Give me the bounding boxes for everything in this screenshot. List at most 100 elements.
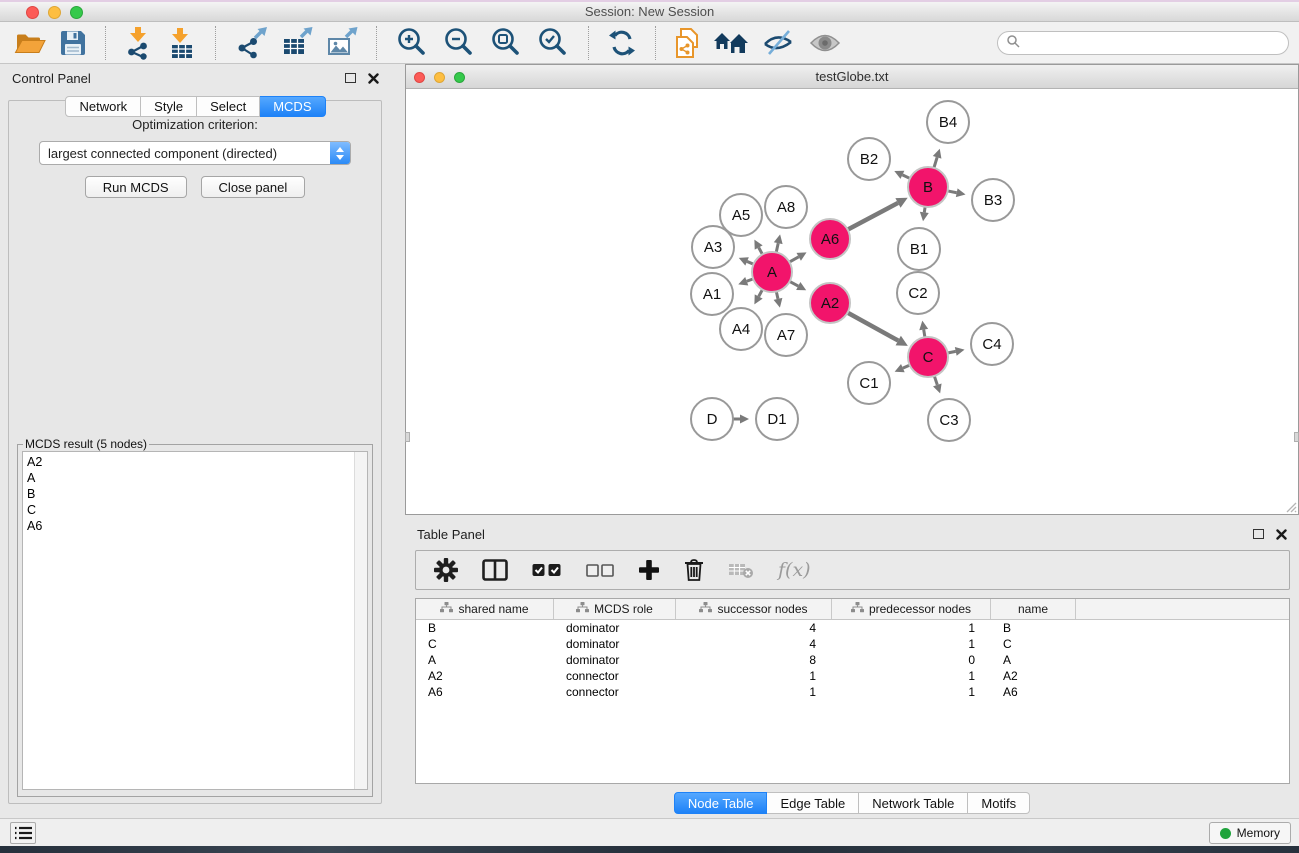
close-panel-button[interactable]: Close panel	[201, 176, 306, 198]
left-resize-handle[interactable]	[405, 432, 410, 442]
cell-predecessor-nodes[interactable]: 1	[832, 621, 991, 635]
maximize-network-icon[interactable]	[454, 72, 465, 83]
cell-name[interactable]: C	[991, 637, 1076, 651]
run-mcds-button[interactable]: Run MCDS	[85, 176, 187, 198]
graph-node-B4[interactable]: B4	[927, 101, 969, 143]
zoom-out-icon[interactable]	[442, 26, 476, 60]
function-builder-icon[interactable]: f(x)	[778, 559, 811, 581]
cell-shared-name[interactable]: A6	[416, 685, 554, 699]
select-all-icon[interactable]	[532, 563, 562, 577]
cell-predecessor-nodes[interactable]: 1	[832, 669, 991, 683]
add-column-icon[interactable]	[638, 559, 660, 581]
cell-predecessor-nodes[interactable]: 1	[832, 685, 991, 699]
tab-mcds[interactable]: MCDS	[260, 96, 325, 117]
cell-mcds-role[interactable]: dominator	[554, 621, 676, 635]
network-canvas[interactable]: AA1A2A3A4A5A6A7A8BB1B2B3B4CC1C2C3C4DD1	[406, 90, 1298, 514]
cell-predecessor-nodes[interactable]: 1	[832, 637, 991, 651]
column-header-name[interactable]: name	[991, 599, 1076, 619]
graph-node-A2[interactable]: A2	[810, 283, 850, 323]
optimization-criterion-dropdown[interactable]: largest connected component (directed)	[39, 141, 351, 165]
close-table-panel-icon[interactable]	[1276, 529, 1287, 540]
network-graph[interactable]: AA1A2A3A4A5A6A7A8BB1B2B3B4CC1C2C3C4DD1	[406, 90, 1298, 515]
result-item-a[interactable]: A	[27, 470, 367, 486]
graph-node-A5[interactable]: A5	[720, 194, 762, 236]
network-window-titlebar[interactable]: testGlobe.txt	[406, 65, 1298, 89]
graph-node-C4[interactable]: C4	[971, 323, 1013, 365]
close-panel-icon[interactable]	[368, 73, 379, 84]
cell-name[interactable]: A6	[991, 685, 1076, 699]
minimize-network-icon[interactable]	[434, 72, 445, 83]
zoom-in-icon[interactable]	[395, 26, 429, 60]
graph-node-A8[interactable]: A8	[765, 186, 807, 228]
result-item-a2[interactable]: A2	[27, 454, 367, 470]
table-row-a6[interactable]: A6connector11A6	[416, 684, 1289, 700]
export-image-icon[interactable]	[326, 27, 358, 59]
table-row-a2[interactable]: A2connector11A2	[416, 668, 1289, 684]
cell-successor-nodes[interactable]: 4	[676, 637, 832, 651]
save-session-icon[interactable]	[59, 29, 87, 57]
table-tab-node-table[interactable]: Node Table	[674, 792, 768, 814]
refresh-icon[interactable]	[607, 28, 637, 58]
tab-network[interactable]: Network	[65, 96, 141, 117]
delete-table-icon[interactable]	[728, 561, 754, 579]
delete-column-icon[interactable]	[684, 558, 704, 582]
graph-node-A1[interactable]: A1	[691, 273, 733, 315]
result-item-b[interactable]: B	[27, 486, 367, 502]
show-graphics-details-icon[interactable]	[809, 32, 841, 54]
result-item-a6[interactable]: A6	[27, 518, 367, 534]
maximize-window-icon[interactable]	[70, 6, 83, 19]
cell-shared-name[interactable]: A	[416, 653, 554, 667]
graph-node-B2[interactable]: B2	[848, 138, 890, 180]
tab-style[interactable]: Style	[141, 96, 197, 117]
graph-node-C3[interactable]: C3	[928, 399, 970, 441]
graph-node-B1[interactable]: B1	[898, 228, 940, 270]
column-header-mcds-role[interactable]: MCDS role	[554, 599, 676, 619]
hide-graphics-details-icon[interactable]	[762, 29, 796, 57]
zoom-selected-icon[interactable]	[536, 26, 570, 60]
right-resize-handle[interactable]	[1294, 432, 1299, 442]
column-header-successor-nodes[interactable]: successor nodes	[676, 599, 832, 619]
home-icon[interactable]	[713, 30, 749, 56]
cell-mcds-role[interactable]: connector	[554, 669, 676, 683]
graph-node-C2[interactable]: C2	[897, 272, 939, 314]
graph-node-C[interactable]: C	[908, 337, 948, 377]
float-table-panel-icon[interactable]	[1253, 529, 1264, 539]
result-list-scrollbar[interactable]	[354, 452, 367, 789]
table-row-c[interactable]: Cdominator41C	[416, 636, 1289, 652]
cell-name[interactable]: A	[991, 653, 1076, 667]
cell-shared-name[interactable]: C	[416, 637, 554, 651]
search-input[interactable]	[1025, 35, 1280, 50]
minimize-window-icon[interactable]	[48, 6, 61, 19]
resize-grip-icon[interactable]	[1284, 500, 1297, 513]
table-tab-network-table[interactable]: Network Table	[859, 792, 968, 814]
graph-node-D1[interactable]: D1	[756, 398, 798, 440]
cell-shared-name[interactable]: B	[416, 621, 554, 635]
task-history-button[interactable]	[10, 822, 36, 844]
table-settings-icon[interactable]	[434, 558, 458, 582]
close-window-icon[interactable]	[26, 6, 39, 19]
cell-mcds-role[interactable]: dominator	[554, 653, 676, 667]
import-table-icon[interactable]	[167, 27, 197, 59]
graph-node-A6[interactable]: A6	[810, 219, 850, 259]
zoom-fit-icon[interactable]	[489, 26, 523, 60]
table-row-a[interactable]: Adominator80A	[416, 652, 1289, 668]
cell-successor-nodes[interactable]: 1	[676, 685, 832, 699]
graph-node-B[interactable]: B	[908, 167, 948, 207]
result-item-c[interactable]: C	[27, 502, 367, 518]
duplicate-network-icon[interactable]	[674, 27, 700, 59]
export-network-icon[interactable]	[234, 27, 268, 59]
graph-node-A7[interactable]: A7	[765, 314, 807, 356]
cell-shared-name[interactable]: A2	[416, 669, 554, 683]
float-panel-icon[interactable]	[345, 73, 356, 83]
table-tab-motifs[interactable]: Motifs	[968, 792, 1030, 814]
split-view-icon[interactable]	[482, 559, 508, 581]
graph-node-D[interactable]: D	[691, 398, 733, 440]
cell-name[interactable]: B	[991, 621, 1076, 635]
export-table-icon[interactable]	[281, 27, 313, 59]
memory-button[interactable]: Memory	[1209, 822, 1291, 844]
column-header-predecessor-nodes[interactable]: predecessor nodes	[832, 599, 991, 619]
cell-name[interactable]: A2	[991, 669, 1076, 683]
open-session-icon[interactable]	[14, 29, 46, 57]
deselect-all-icon[interactable]	[586, 564, 614, 577]
table-tab-edge-table[interactable]: Edge Table	[767, 792, 859, 814]
